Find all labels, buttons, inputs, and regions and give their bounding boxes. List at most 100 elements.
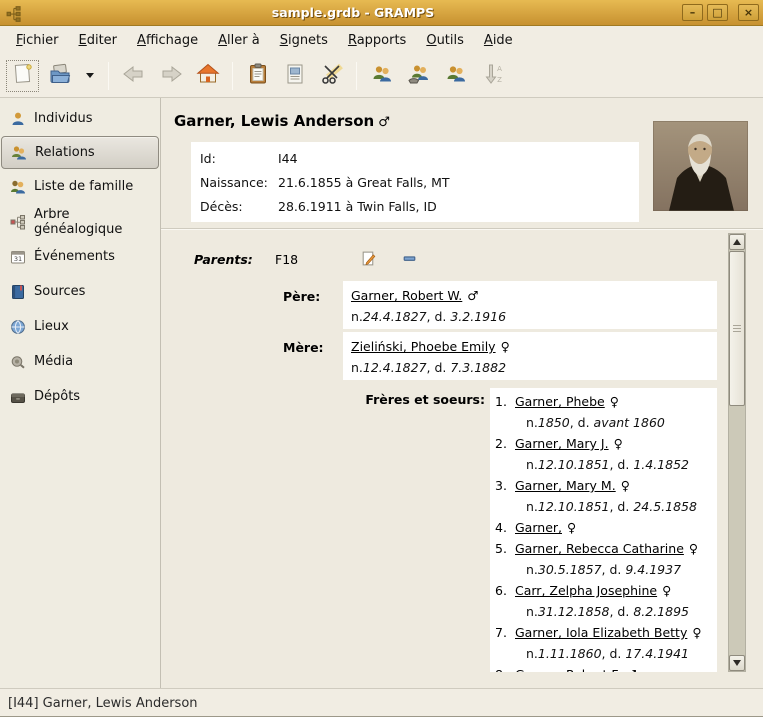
father-dates: n.24.4.1827, d. 3.2.1916 (351, 306, 709, 327)
sibling-row: 8.Garner, Robert F. ♂ (495, 664, 717, 672)
sidebar-item-depots[interactable]: Dépôts (0, 379, 160, 414)
home-button[interactable] (189, 58, 226, 94)
sibling-dates: n.12.10.1851, d. 1.4.1852 (495, 454, 717, 475)
mother-link[interactable]: Zieliński, Phoebe Emily (351, 339, 496, 354)
edit-family-button[interactable] (357, 247, 379, 269)
sibling-link[interactable]: Garner, Rebecca Catharine (515, 541, 684, 556)
sibling-link[interactable]: Garner, Iola Elizabeth Betty (515, 625, 687, 640)
sibling-row: 1.Garner, Phebe♀ (495, 391, 717, 412)
events-icon: 31 (10, 249, 26, 265)
menu-aller-a[interactable]: Aller à (208, 29, 270, 52)
sibling-dates: n.30.5.1857, d. 9.4.1937 (495, 559, 717, 580)
menu-affichage[interactable]: Affichage (127, 29, 208, 52)
sibling-link[interactable]: Garner, Mary J. (515, 436, 609, 451)
statusbar-text: [I44] Garner, Lewis Anderson (8, 696, 198, 711)
menu-rapports[interactable]: Rapports (338, 29, 416, 52)
svg-text:A: A (497, 65, 502, 73)
sidebar-item-lieux[interactable]: Lieux (0, 309, 160, 344)
father-gender-symbol: ♂ (467, 288, 478, 303)
sidebar-item-label: Événements (34, 249, 115, 264)
sibling-link[interactable]: Garner, Robert F. (515, 667, 621, 672)
mother-box: Zieliński, Phoebe Emily ♀ n.12.4.1827, d… (343, 332, 717, 380)
new-document-button[interactable] (4, 58, 41, 94)
open-dropdown-button[interactable] (78, 58, 102, 94)
gender-symbol: ♂ (378, 115, 390, 130)
vertical-scrollbar[interactable] (728, 233, 746, 672)
menu-signets[interactable]: Signets (270, 29, 338, 52)
sidebar-item-label: Sources (34, 284, 85, 299)
scrollbar-thumb[interactable] (729, 251, 745, 406)
sibling-row: 3.Garner, Mary M.♀ (495, 475, 717, 496)
scroll-up-button[interactable] (729, 234, 745, 250)
remove-parents-button[interactable] (398, 247, 420, 269)
info-row-id: Id: I44 (191, 146, 639, 170)
active-person-name: Garner, Lewis Anderson (174, 112, 374, 130)
scroll-down-button[interactable] (729, 655, 745, 671)
mother-dates: n.12.4.1827, d. 7.3.1882 (351, 357, 709, 378)
family-list-icon (10, 179, 26, 195)
people-apply-button[interactable] (363, 58, 400, 94)
sidebar-item-label: Individus (34, 111, 93, 126)
sibling-gender-symbol: ♂ (626, 667, 637, 672)
sidebar-item-label: Liste de famille (34, 179, 133, 194)
sibling-number: 5. (495, 541, 515, 556)
sidebar-item-label: Dépôts (34, 389, 80, 404)
back-icon (122, 62, 146, 90)
father-link[interactable]: Garner, Robert W. (351, 288, 462, 303)
sidebar-item-media[interactable]: Média (0, 344, 160, 379)
siblings-section-label: Frères et soeurs: (331, 392, 485, 407)
sidebar-item-liste-de-famille[interactable]: Liste de famille (0, 169, 160, 204)
toolbar-separator (232, 62, 233, 90)
people-edit-icon (444, 62, 468, 90)
sibling-number: 6. (495, 583, 515, 598)
sources-icon (10, 284, 26, 300)
sibling-number: 1. (495, 394, 515, 409)
scissors-icon (320, 62, 344, 90)
pedigree-icon (10, 214, 26, 230)
sibling-link[interactable]: Carr, Zelpha Josephine (515, 583, 657, 598)
id-label: Id: (191, 151, 278, 166)
close-button[interactable]: × (738, 4, 759, 21)
sidebar-item-evenements[interactable]: 31 Événements (0, 239, 160, 274)
scissors-button[interactable] (313, 58, 350, 94)
menu-outils[interactable]: Outils (416, 29, 474, 52)
forward-icon (159, 62, 183, 90)
birth-value: 21.6.1855 à Great Falls, MT (278, 175, 450, 190)
relations-view: Garner, Lewis Anderson ♂ Id: I44 Naissanc… (161, 98, 763, 688)
minimize-button[interactable]: – (682, 4, 703, 21)
menu-fichier[interactable]: Fichier (6, 29, 69, 52)
window-title: sample.grdb - GRAMPS (24, 5, 682, 20)
id-value: I44 (278, 151, 298, 166)
mother-label: Mère: (283, 340, 324, 355)
maximize-button[interactable]: □ (707, 4, 728, 21)
birth-label: Naissance: (191, 175, 278, 190)
clipboard-button[interactable] (239, 58, 276, 94)
menu-aide[interactable]: Aide (474, 29, 523, 52)
info-row-birth: Naissance: 21.6.1855 à Great Falls, MT (191, 170, 639, 194)
sidebar-item-sources[interactable]: Sources (0, 274, 160, 309)
death-value: 28.6.1911 à Twin Falls, ID (278, 199, 437, 214)
home-icon (196, 62, 220, 90)
sibling-number: 3. (495, 478, 515, 493)
page-title: Garner, Lewis Anderson ♂ (174, 112, 390, 130)
sidebar-item-label: Arbre généalogique (34, 207, 160, 237)
person-info-box: Id: I44 Naissance: 21.6.1855 à Great Fal… (191, 142, 639, 222)
sibling-dates: n.1850, d. avant 1860 (495, 412, 717, 433)
sibling-row: 4.Garner,♀ (495, 517, 717, 538)
sibling-link[interactable]: Garner, Phebe (515, 394, 605, 409)
people-share-button[interactable] (400, 58, 437, 94)
sidebar-item-individus[interactable]: Individus (0, 101, 160, 136)
reports-button[interactable] (276, 58, 313, 94)
sibling-gender-symbol: ♀ (692, 625, 701, 640)
people-edit-button[interactable] (437, 58, 474, 94)
open-database-button[interactable] (41, 58, 78, 94)
sidebar-item-relations[interactable]: Relations (1, 136, 159, 169)
titlebar: sample.grdb - GRAMPS –□ × (0, 0, 763, 26)
menu-editer[interactable]: Editer (69, 29, 128, 52)
sibling-number: 8. (495, 667, 515, 672)
sidebar-item-arbre-genealogique[interactable]: Arbre généalogique (0, 204, 160, 239)
sibling-dates: n.12.10.1851, d. 24.5.1858 (495, 496, 717, 517)
sibling-link[interactable]: Garner, (515, 520, 562, 535)
sibling-link[interactable]: Garner, Mary M. (515, 478, 616, 493)
clipboard-icon (246, 62, 270, 90)
